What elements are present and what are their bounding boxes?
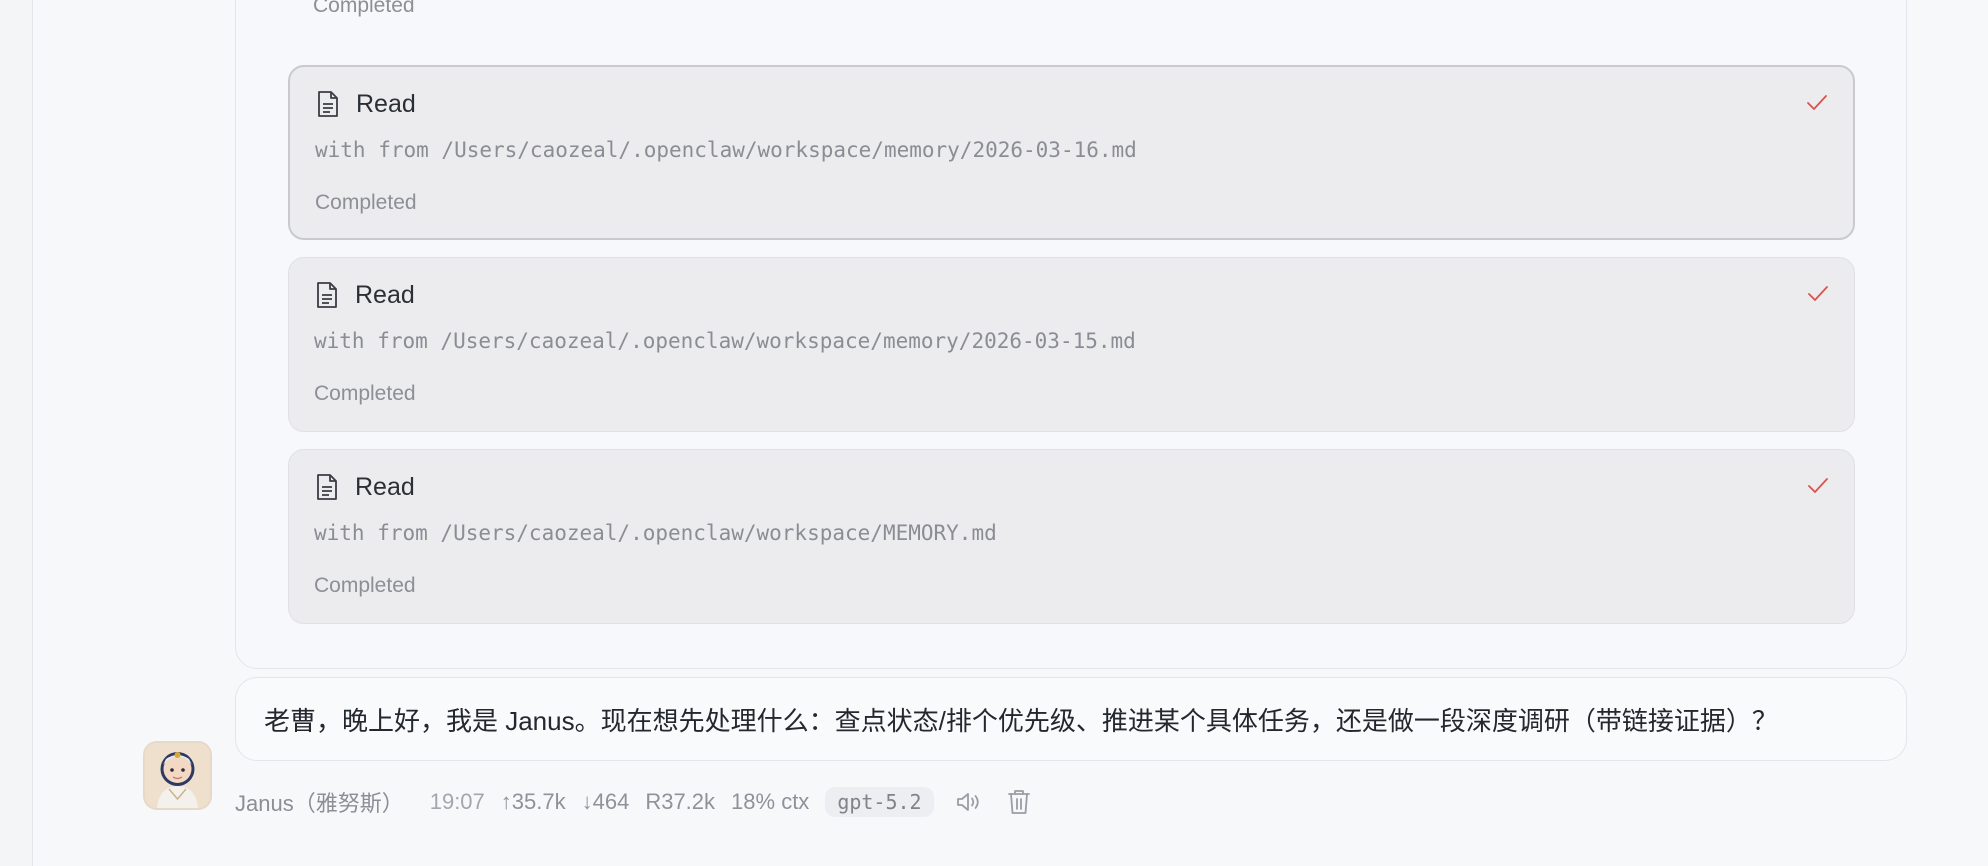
tool-card-read[interactable]: Read with from /Users/caozeal/.openclaw/… (288, 449, 1855, 624)
tool-card-status: Completed (314, 574, 416, 597)
tool-card-status: Completed (313, 0, 415, 17)
speaker-icon[interactable] (954, 787, 984, 817)
tool-card-read[interactable]: Read with from /Users/caozeal/.openclaw/… (288, 65, 1855, 240)
avatar (143, 741, 212, 810)
tool-card-header: Read (316, 89, 416, 119)
tool-card-detail: with from /Users/caozeal/.openclaw/works… (315, 138, 1137, 162)
message-time: 19:07 (429, 789, 485, 814)
document-icon (316, 90, 340, 118)
tool-card-title: Read (355, 280, 415, 309)
context-usage: 18% ctx (731, 789, 810, 814)
tool-card-header: Read (315, 472, 415, 502)
tool-card-header: Read (315, 280, 415, 310)
tool-card-title: Read (355, 472, 415, 501)
cache-read-tokens: R37.2k (645, 789, 716, 814)
message-text: 老曹，晚上好，我是 Janus。现在想先处理什么：查点状态/排个优先级、推进某个… (264, 705, 1778, 736)
check-icon (1806, 284, 1830, 304)
document-icon (315, 281, 339, 309)
tool-card-status: Completed (315, 191, 417, 214)
tool-card-status: Completed (314, 382, 416, 405)
tool-card-title: Read (356, 89, 416, 118)
output-tokens: ↓464 (581, 789, 630, 814)
assistant-message-bubble: 老曹，晚上好，我是 Janus。现在想先处理什么：查点状态/排个优先级、推进某个… (235, 677, 1907, 761)
tool-card-detail: with from /Users/caozeal/.openclaw/works… (314, 521, 997, 545)
check-icon (1805, 93, 1829, 113)
document-icon (315, 473, 339, 501)
model-badge: gpt-5.2 (825, 787, 934, 817)
trash-icon[interactable] (1004, 787, 1034, 817)
left-rail (0, 0, 33, 866)
tool-card-read[interactable]: Read with from /Users/caozeal/.openclaw/… (288, 257, 1855, 432)
input-tokens: ↑35.7k (500, 789, 566, 814)
message-meta: Janus（雅努斯） 19:07 ↑35.7k ↓464 R37.2k 18% … (235, 784, 1054, 820)
check-icon (1806, 476, 1830, 496)
tool-card-detail: with from /Users/caozeal/.openclaw/works… (314, 329, 1136, 353)
sender-name: Janus（雅努斯） (235, 791, 404, 816)
